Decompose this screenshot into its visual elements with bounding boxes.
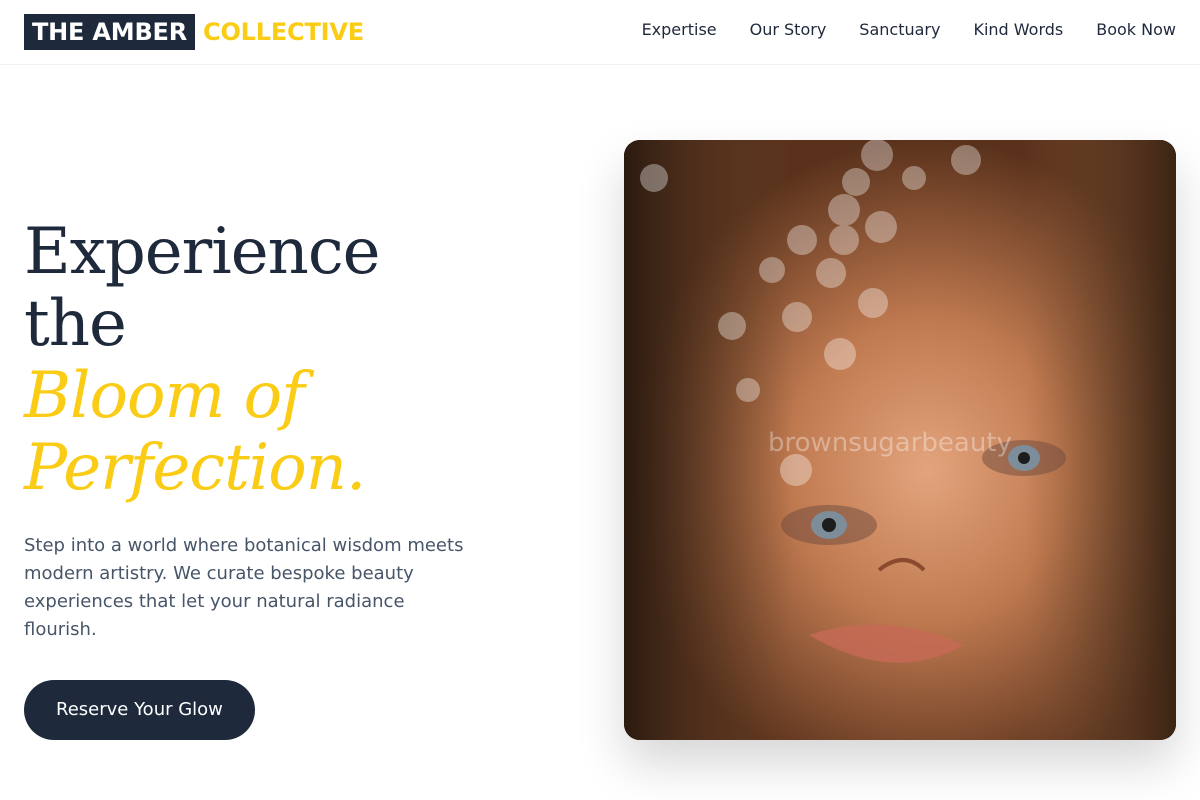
nav-link-expertise[interactable]: Expertise [642, 19, 717, 41]
nav-link-our-story[interactable]: Our Story [750, 19, 827, 41]
hero-headline: Experience the Bloom of Perfection. [24, 216, 484, 504]
headline-accent-2: Perfection. [24, 431, 366, 505]
hero-content: Experience the Bloom of Perfection. Step… [24, 216, 484, 740]
headline-accent-1: Bloom of [24, 359, 305, 433]
hero-portrait-image: brownsugarbeauty [624, 140, 1176, 740]
site-header: THE AMBER COLLECTIVE Expertise Our Story… [0, 0, 1200, 65]
headline-line-1: Experience the [24, 215, 381, 361]
reserve-glow-button[interactable]: Reserve Your Glow [24, 680, 255, 740]
brand-name-accent: COLLECTIVE [203, 18, 364, 46]
brand-name-dark: THE AMBER [24, 14, 196, 50]
main-nav: Expertise Our Story Sanctuary Kind Words… [642, 19, 1176, 41]
nav-link-book-now[interactable]: Book Now [1096, 19, 1176, 41]
brand-logo[interactable]: THE AMBER COLLECTIVE [24, 14, 364, 50]
hero-description: Step into a world where botanical wisdom… [24, 535, 464, 640]
nav-link-kind-words[interactable]: Kind Words [973, 19, 1063, 41]
nav-link-sanctuary[interactable]: Sanctuary [859, 19, 940, 41]
image-watermark: brownsugarbeauty [768, 428, 1012, 458]
